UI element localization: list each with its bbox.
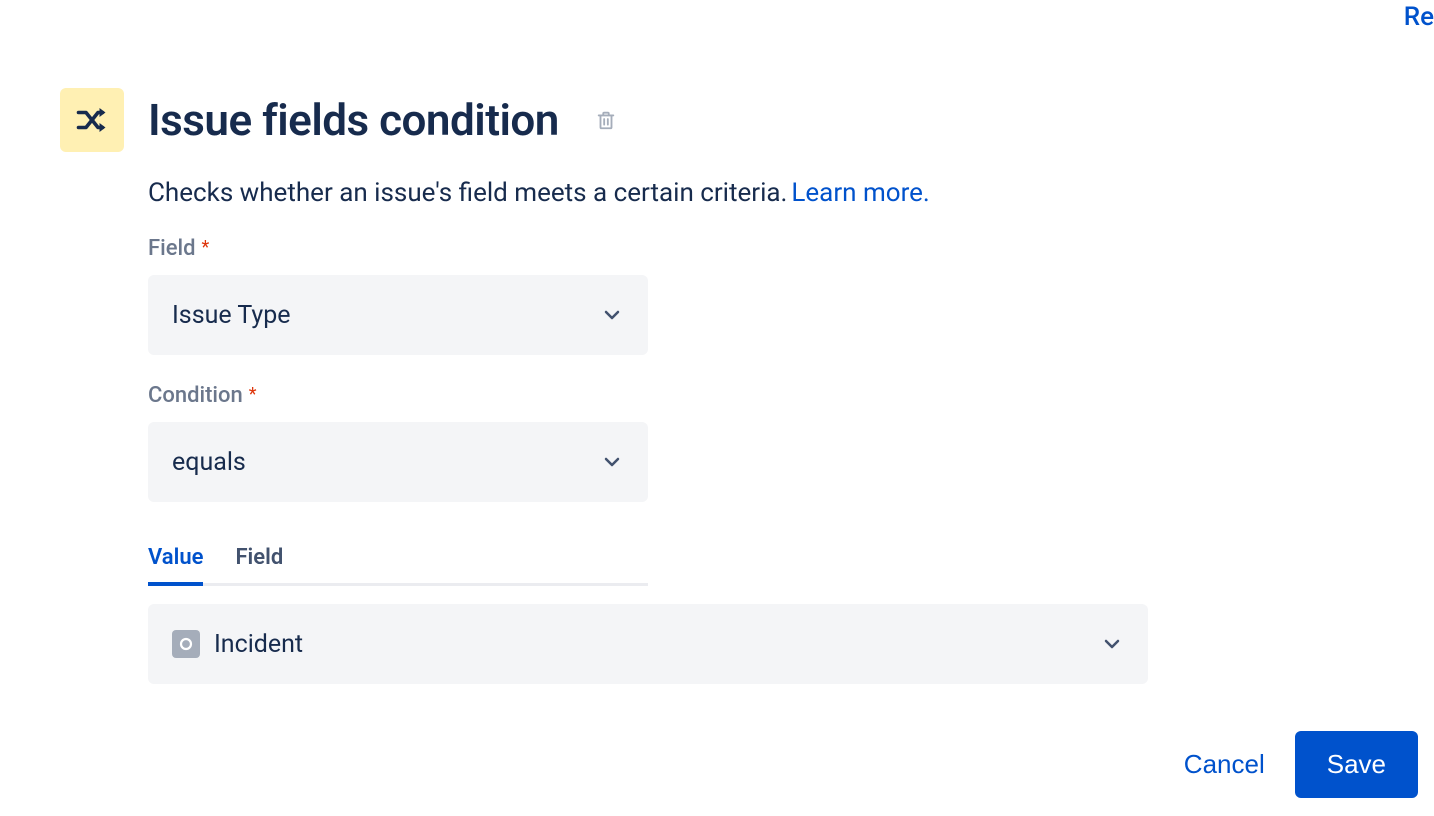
learn-more-link[interactable]: Learn more. (791, 178, 929, 208)
tab-value[interactable]: Value (148, 545, 203, 586)
condition-form-group: Condition * equals (148, 383, 1434, 502)
value-select[interactable]: Incident (148, 604, 1148, 684)
description-row: Checks whether an issue's field meets a … (148, 178, 1434, 208)
required-indicator: * (201, 237, 209, 258)
circle-icon (178, 636, 194, 652)
description-text: Checks whether an issue's field meets a … (148, 178, 787, 208)
value-select-content: Incident (172, 630, 303, 659)
tab-field[interactable]: Field (235, 545, 283, 586)
field-select[interactable]: Issue Type (148, 275, 648, 355)
trash-icon (595, 108, 617, 132)
condition-select[interactable]: equals (148, 422, 648, 502)
chevron-down-icon (600, 450, 624, 474)
condition-label: Condition (148, 383, 243, 408)
required-indicator: * (249, 384, 257, 405)
field-form-group: Field * Issue Type (148, 236, 1434, 355)
condition-label-row: Condition * (148, 387, 257, 406)
corner-link-fragment[interactable]: Re (1404, 2, 1434, 32)
shuffle-icon (74, 102, 110, 138)
delete-button[interactable] (591, 104, 621, 136)
field-label-row: Field * (148, 240, 209, 259)
condition-icon-box (60, 88, 124, 152)
chevron-down-icon (600, 303, 624, 327)
footer-actions: Cancel Save (1184, 731, 1418, 798)
issue-type-icon-box (172, 630, 200, 658)
cancel-button[interactable]: Cancel (1184, 749, 1265, 780)
page-header: Issue fields condition (60, 88, 1434, 152)
field-select-value: Issue Type (172, 301, 291, 330)
page-title: Issue fields condition (148, 94, 559, 146)
chevron-down-icon (1100, 632, 1124, 656)
field-label: Field (148, 236, 196, 261)
save-button[interactable]: Save (1295, 731, 1418, 798)
condition-select-value: equals (172, 448, 246, 477)
comparison-tabs: Value Field (148, 542, 648, 586)
value-select-value: Incident (214, 630, 303, 659)
